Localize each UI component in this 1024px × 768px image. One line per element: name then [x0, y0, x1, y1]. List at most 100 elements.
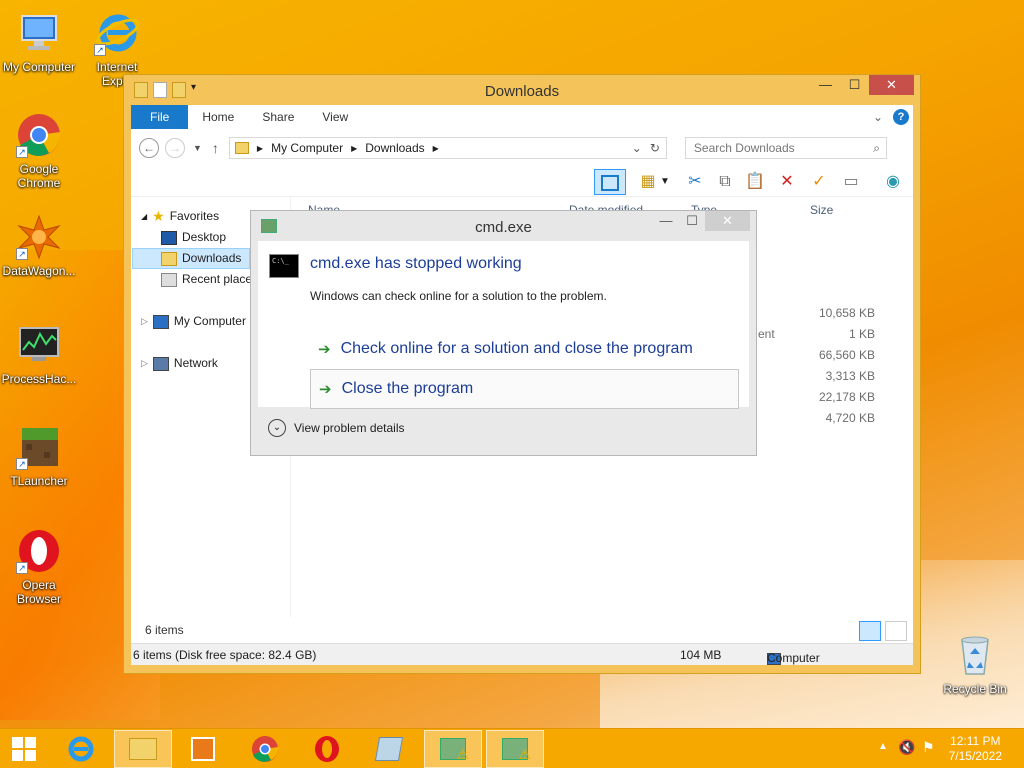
breadcrumb-downloads[interactable]: Downloads — [365, 141, 424, 155]
internet-explorer-icon — [68, 736, 94, 762]
desktop-icon-google-chrome[interactable]: ↗ Google Chrome — [0, 112, 78, 190]
action-center-icon[interactable]: ⚑ — [922, 739, 935, 756]
volume-muted-icon[interactable]: 🔇 — [898, 739, 915, 756]
column-header-size[interactable]: Size — [810, 203, 833, 217]
close-button[interactable]: ✕ — [869, 75, 914, 95]
view-details-toggle[interactable]: ⌄ View problem details — [258, 409, 749, 447]
expand-arrow-icon[interactable]: ▷ — [141, 311, 148, 332]
apply-icon[interactable]: ✓ — [806, 169, 832, 195]
tab-share[interactable]: Share — [248, 105, 308, 129]
globe-icon[interactable]: ◉ — [880, 169, 906, 195]
taskbar-chrome[interactable] — [236, 730, 294, 768]
dialog-subtext: Windows can check online for a solution … — [310, 289, 607, 303]
expand-ribbon-icon[interactable]: ⌄ — [873, 110, 883, 124]
search-placeholder: Search Downloads — [693, 141, 795, 155]
desktop-icon-label: My Computer — [2, 60, 76, 74]
maximize-button[interactable]: ☐ — [679, 211, 705, 231]
breadcrumb-separator-icon: ▶ — [432, 143, 439, 153]
expand-arrow-icon[interactable]: ▷ — [141, 353, 148, 374]
clock-time: 12:11 PM — [950, 734, 1001, 748]
taskbar-error-report-1[interactable]: ⚠ — [424, 730, 482, 768]
tab-view[interactable]: View — [308, 105, 362, 129]
nav-my-computer[interactable]: ▷ My Computer — [141, 311, 246, 332]
minimize-button[interactable]: — — [653, 211, 679, 231]
nav-desktop[interactable]: Desktop — [161, 227, 226, 248]
refresh-icon[interactable]: ↻ — [650, 141, 660, 155]
help-icon[interactable]: ? — [893, 109, 909, 125]
nav-label: Recent places — [182, 272, 259, 286]
close-button[interactable]: ✕ — [705, 211, 750, 231]
nav-downloads[interactable]: Downloads — [132, 248, 250, 269]
desktop-icon-label: Google Chrome — [17, 162, 61, 190]
taskbar-notepad[interactable] — [360, 730, 418, 768]
file-size: 22,178 KB — [818, 390, 875, 404]
window-title: Downloads — [484, 83, 560, 100]
dialog-titlebar[interactable]: cmd.exe — ☐ ✕ — [251, 211, 756, 241]
maximize-button[interactable]: ☐ — [840, 75, 869, 95]
delete-icon[interactable]: ✕ — [774, 169, 800, 195]
status-zone-label: Computer — [767, 651, 820, 665]
copy-icon[interactable]: ⧉ — [712, 169, 738, 195]
nav-label: Network — [173, 356, 218, 370]
clock[interactable]: 12:11 PM 7/15/2022 — [949, 734, 1002, 764]
cut-icon[interactable]: ✂ — [682, 169, 708, 195]
nav-favorites[interactable]: ◢ ★ Favorites — [141, 206, 219, 227]
search-input[interactable]: Search Downloads ⌕ — [684, 137, 887, 159]
view-toggle — [859, 621, 907, 641]
media-player-icon — [191, 737, 215, 761]
paste-icon[interactable]: 📋 — [742, 169, 768, 195]
desktop-icon-processhacker[interactable]: ProcessHac... — [0, 322, 78, 386]
address-field[interactable]: ▶ My Computer ▶ Downloads ▶ ⌄ ↻ — [228, 137, 667, 159]
expand-arrow-icon[interactable]: ◢ — [141, 206, 147, 227]
desktop-icon-tlauncher[interactable]: ↗ TLauncher — [0, 424, 78, 488]
cmd-icon: C:\_ — [269, 254, 299, 278]
desktop-icon-label: ProcessHac... — [1, 372, 77, 386]
shortcut-arrow-icon: ↗ — [94, 44, 106, 56]
close-program-option[interactable]: ➔ Close the program — [310, 369, 739, 409]
green-arrow-icon: ➔ — [318, 341, 331, 358]
system-tray: ▲ 🔇 ⚑ 12:11 PM 7/15/2022 — [864, 729, 1024, 768]
network-icon — [152, 356, 169, 371]
start-button[interactable] — [0, 730, 48, 768]
options-dropdown-icon[interactable]: ▼ — [658, 169, 672, 195]
up-button[interactable]: ↑ — [212, 140, 219, 156]
taskbar-internet-explorer[interactable] — [52, 730, 110, 768]
forward-button[interactable]: → — [165, 138, 185, 158]
details-view-icon[interactable] — [859, 621, 881, 641]
minimize-button[interactable]: — — [811, 75, 840, 95]
desktop-icon-label: Opera Browser — [16, 578, 61, 606]
internet-explorer-icon: ↗ — [94, 10, 140, 56]
nav-label: Favorites — [169, 209, 220, 223]
nav-label: My Computer — [173, 314, 246, 328]
desktop-icon — [161, 230, 177, 245]
nav-recent-places[interactable]: Recent places — [161, 269, 258, 290]
address-dropdown-icon[interactable]: ⌄ — [632, 141, 642, 155]
desktop-icon-my-computer[interactable]: My Computer — [0, 10, 78, 74]
downloads-icon — [161, 251, 177, 266]
desktop-icon-recycle-bin[interactable]: Recycle Bin — [936, 632, 1014, 696]
taskbar-error-report-2[interactable]: ⚠ — [486, 730, 544, 768]
desktop-icon-label: TLauncher — [10, 474, 68, 488]
nav-label: Desktop — [182, 230, 227, 244]
desktop-icon-opera[interactable]: ↗ Opera Browser — [0, 528, 78, 606]
taskbar-file-explorer[interactable] — [114, 730, 172, 768]
back-button[interactable]: ← — [139, 138, 159, 158]
check-online-option[interactable]: ➔ Check online for a solution and close … — [310, 329, 739, 369]
chevron-down-icon: ⌄ — [268, 419, 286, 437]
rename-icon[interactable]: ▭ — [838, 169, 864, 195]
taskbar-media-player[interactable] — [174, 730, 232, 768]
error-report-icon: ⚠ — [440, 738, 469, 762]
preview-pane-icon[interactable] — [594, 169, 626, 195]
show-hidden-icons-icon[interactable]: ▲ — [878, 741, 888, 752]
tab-file[interactable]: File — [131, 105, 189, 129]
recent-locations-icon[interactable]: ▼ — [193, 143, 202, 153]
explorer-titlebar[interactable]: ▾ Downloads — ☐ ✕ — [124, 75, 920, 105]
taskbar-opera[interactable] — [298, 730, 356, 768]
desktop-icon-datawagon[interactable]: ↗ DataWagon... — [0, 214, 78, 278]
breadcrumb-my-computer[interactable]: My Computer — [271, 141, 343, 155]
desktop-icon-label: DataWagon... — [2, 264, 76, 278]
large-icons-view-icon[interactable] — [885, 621, 907, 641]
error-report-icon: ⚠ — [502, 738, 531, 762]
tab-home[interactable]: Home — [188, 105, 248, 129]
nav-network[interactable]: ▷ Network — [141, 353, 218, 374]
